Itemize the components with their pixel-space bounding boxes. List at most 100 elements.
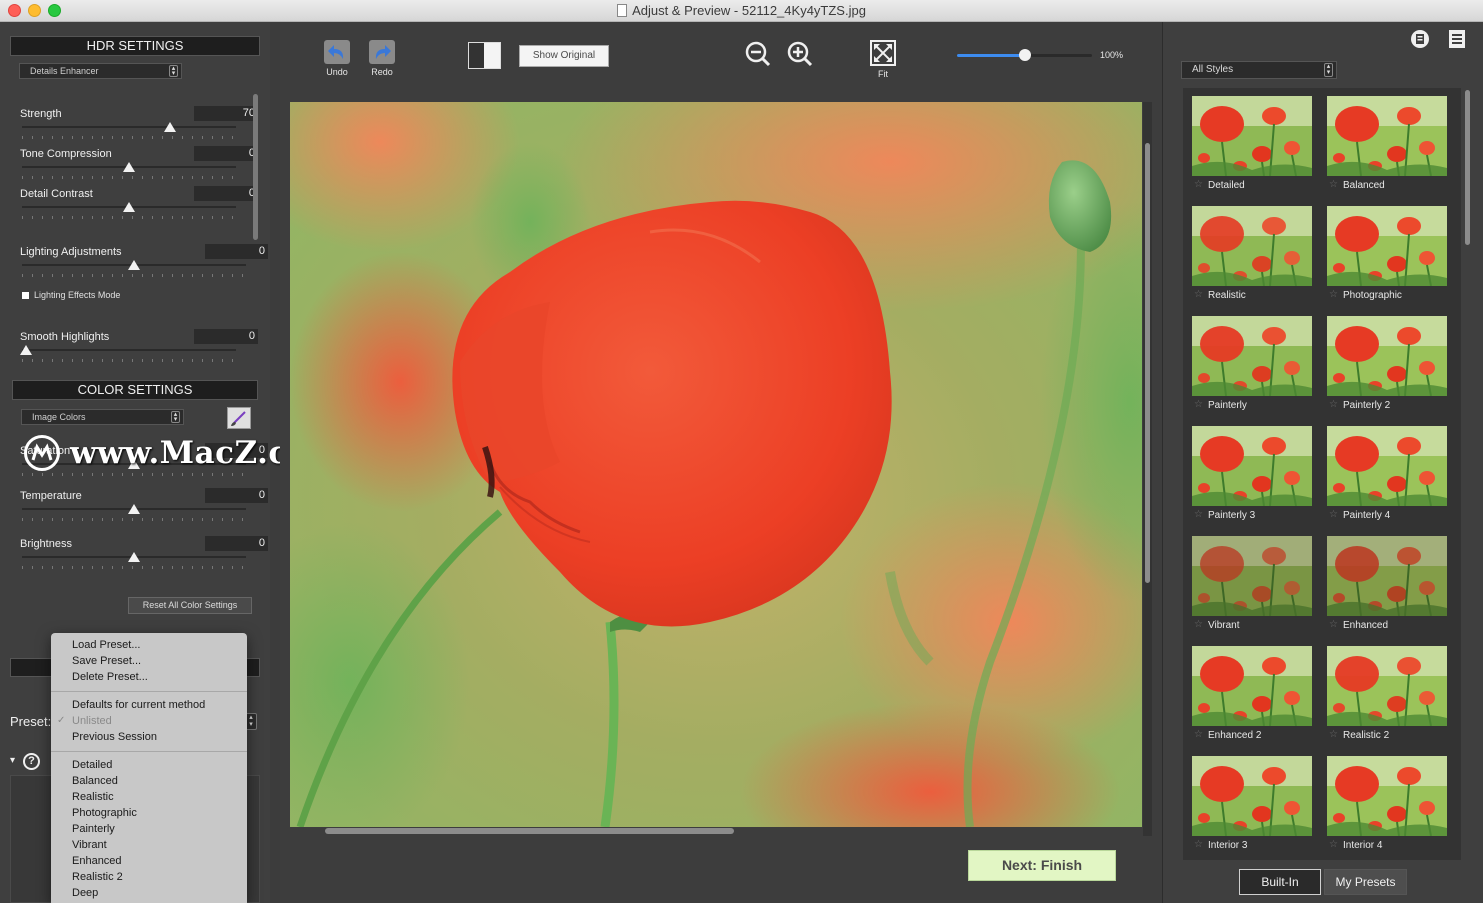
- favorite-star-icon[interactable]: ☆: [1329, 839, 1338, 850]
- style-thumbnail[interactable]: [1192, 96, 1312, 176]
- style-card-interior-4[interactable]: ☆ Interior 4: [1327, 756, 1447, 856]
- style-card-realistic-2[interactable]: ☆ Realistic 2: [1327, 646, 1447, 746]
- favorite-star-icon[interactable]: ☆: [1329, 619, 1338, 630]
- menu-previous-session[interactable]: Previous Session: [72, 731, 157, 743]
- style-thumbnail[interactable]: [1327, 96, 1447, 176]
- favorite-star-icon[interactable]: ☆: [1329, 729, 1338, 740]
- style-card-painterly[interactable]: ☆ Painterly: [1192, 316, 1312, 416]
- favorite-star-icon[interactable]: ☆: [1194, 289, 1203, 300]
- slider-thumb[interactable]: [128, 552, 140, 562]
- redo-button[interactable]: Redo: [365, 40, 399, 77]
- favorite-star-icon[interactable]: ☆: [1329, 289, 1338, 300]
- favorite-star-icon[interactable]: ☆: [1329, 179, 1338, 190]
- slider-value-field[interactable]: 0: [205, 244, 268, 259]
- slider-lighting-adjustments[interactable]: Lighting Adjustments 0: [20, 244, 268, 278]
- fit-button[interactable]: Fit: [868, 40, 898, 79]
- style-thumbnail[interactable]: [1192, 426, 1312, 506]
- slider-brightness[interactable]: Brightness 0: [20, 536, 268, 570]
- style-card-balanced[interactable]: ☆ Balanced: [1327, 96, 1447, 196]
- menu-defaults[interactable]: Defaults for current method: [72, 699, 205, 711]
- hdr-scrollbar[interactable]: [253, 94, 258, 240]
- style-thumbnail[interactable]: [1192, 316, 1312, 396]
- style-card-photographic[interactable]: ☆ Photographic: [1327, 206, 1447, 306]
- zoom-slider-knob[interactable]: [1018, 49, 1031, 61]
- menu-preset-item[interactable]: Photographic: [72, 807, 137, 819]
- chevron-down-icon[interactable]: ▾: [10, 755, 15, 766]
- favorite-star-icon[interactable]: ☆: [1329, 399, 1338, 410]
- lighting-effects-checkbox[interactable]: [22, 292, 29, 299]
- favorite-star-icon[interactable]: ☆: [1194, 839, 1203, 850]
- menu-preset-item[interactable]: Deep: [72, 887, 98, 899]
- favorite-star-icon[interactable]: ☆: [1194, 729, 1203, 740]
- style-thumbnail[interactable]: [1192, 536, 1312, 616]
- print-icon[interactable]: [1410, 29, 1430, 49]
- slider-value-field[interactable]: 0: [194, 186, 258, 201]
- menu-preset-item[interactable]: Enhanced: [72, 855, 122, 867]
- preview-vertical-scrollbar[interactable]: [1145, 143, 1150, 583]
- brush-button[interactable]: [227, 407, 251, 429]
- slider-track[interactable]: [22, 349, 236, 351]
- hdr-method-select[interactable]: Details Enhancer ▴ ▾: [19, 63, 182, 79]
- undo-button[interactable]: Undo: [320, 40, 354, 77]
- reset-color-settings-button[interactable]: Reset All Color Settings: [128, 597, 252, 614]
- slider-temperature[interactable]: Temperature 0: [20, 488, 268, 522]
- show-original-button[interactable]: Show Original: [519, 45, 609, 67]
- menu-preset-item[interactable]: Balanced: [72, 775, 118, 787]
- style-card-vibrant[interactable]: ☆ Vibrant: [1192, 536, 1312, 636]
- style-thumbnail[interactable]: [1327, 206, 1447, 286]
- slider-thumb[interactable]: [123, 202, 135, 212]
- slider-thumb[interactable]: [123, 162, 135, 172]
- slider-tone-compression[interactable]: Tone Compression 0: [20, 146, 258, 180]
- style-thumbnail[interactable]: [1192, 646, 1312, 726]
- preview-image[interactable]: [290, 102, 1142, 827]
- favorite-star-icon[interactable]: ☆: [1194, 179, 1203, 190]
- preview-horizontal-scrollbar[interactable]: [325, 828, 734, 834]
- slider-detail-contrast[interactable]: Detail Contrast 0: [20, 186, 258, 220]
- favorite-star-icon[interactable]: ☆: [1194, 619, 1203, 630]
- menu-save-preset[interactable]: Save Preset...: [72, 655, 141, 667]
- color-mode-select[interactable]: Image Colors ▴ ▾: [21, 409, 184, 425]
- slider-thumb[interactable]: [128, 260, 140, 270]
- compare-split-icon[interactable]: [468, 42, 501, 69]
- styles-filter-select[interactable]: All Styles ▴ ▾: [1181, 61, 1337, 79]
- help-icon[interactable]: ?: [23, 753, 40, 770]
- slider-smooth-highlights[interactable]: Smooth Highlights 0: [20, 329, 258, 363]
- style-card-painterly-4[interactable]: ☆ Painterly 4: [1327, 426, 1447, 526]
- style-card-interior-3[interactable]: ☆ Interior 3: [1192, 756, 1312, 856]
- menu-load-preset[interactable]: Load Preset...: [72, 639, 141, 651]
- style-card-painterly-3[interactable]: ☆ Painterly 3: [1192, 426, 1312, 526]
- style-thumbnail[interactable]: [1192, 206, 1312, 286]
- slider-thumb[interactable]: [128, 504, 140, 514]
- style-thumbnail[interactable]: [1327, 316, 1447, 396]
- slider-track[interactable]: [22, 126, 236, 128]
- list-view-icon[interactable]: [1447, 29, 1467, 49]
- style-card-realistic[interactable]: ☆ Realistic: [1192, 206, 1312, 306]
- zoom-slider[interactable]: [957, 49, 1092, 61]
- favorite-star-icon[interactable]: ☆: [1329, 509, 1338, 520]
- zoom-out-button[interactable]: [743, 40, 773, 71]
- zoom-in-button[interactable]: [785, 40, 815, 71]
- slider-thumb[interactable]: [164, 122, 177, 132]
- style-card-painterly-2[interactable]: ☆ Painterly 2: [1327, 316, 1447, 416]
- style-card-detailed[interactable]: ☆ Detailed: [1192, 96, 1312, 196]
- style-thumbnail[interactable]: [1192, 756, 1312, 836]
- style-thumbnail[interactable]: [1327, 536, 1447, 616]
- menu-preset-item[interactable]: Realistic: [72, 791, 114, 803]
- styles-scrollbar[interactable]: [1465, 90, 1470, 245]
- tab-my-presets[interactable]: My Presets: [1324, 869, 1407, 895]
- menu-preset-item[interactable]: Vibrant: [72, 839, 107, 851]
- slider-value-field[interactable]: 0: [205, 488, 268, 503]
- menu-preset-item[interactable]: Detailed: [72, 759, 112, 771]
- slider-value-field[interactable]: 0: [205, 536, 268, 551]
- style-thumbnail[interactable]: [1327, 756, 1447, 836]
- style-thumbnail[interactable]: [1327, 646, 1447, 726]
- menu-preset-item[interactable]: Realistic 2: [72, 871, 123, 883]
- menu-preset-item[interactable]: Painterly: [72, 823, 115, 835]
- tab-built-in[interactable]: Built-In: [1239, 869, 1321, 895]
- slider-value-field[interactable]: 0: [194, 329, 258, 344]
- slider-value-field[interactable]: 0: [194, 146, 258, 161]
- slider-strength[interactable]: Strength 70: [20, 106, 258, 140]
- favorite-star-icon[interactable]: ☆: [1194, 509, 1203, 520]
- menu-delete-preset[interactable]: Delete Preset...: [72, 671, 148, 683]
- lighting-effects-checkbox-row[interactable]: Lighting Effects Mode: [22, 290, 120, 300]
